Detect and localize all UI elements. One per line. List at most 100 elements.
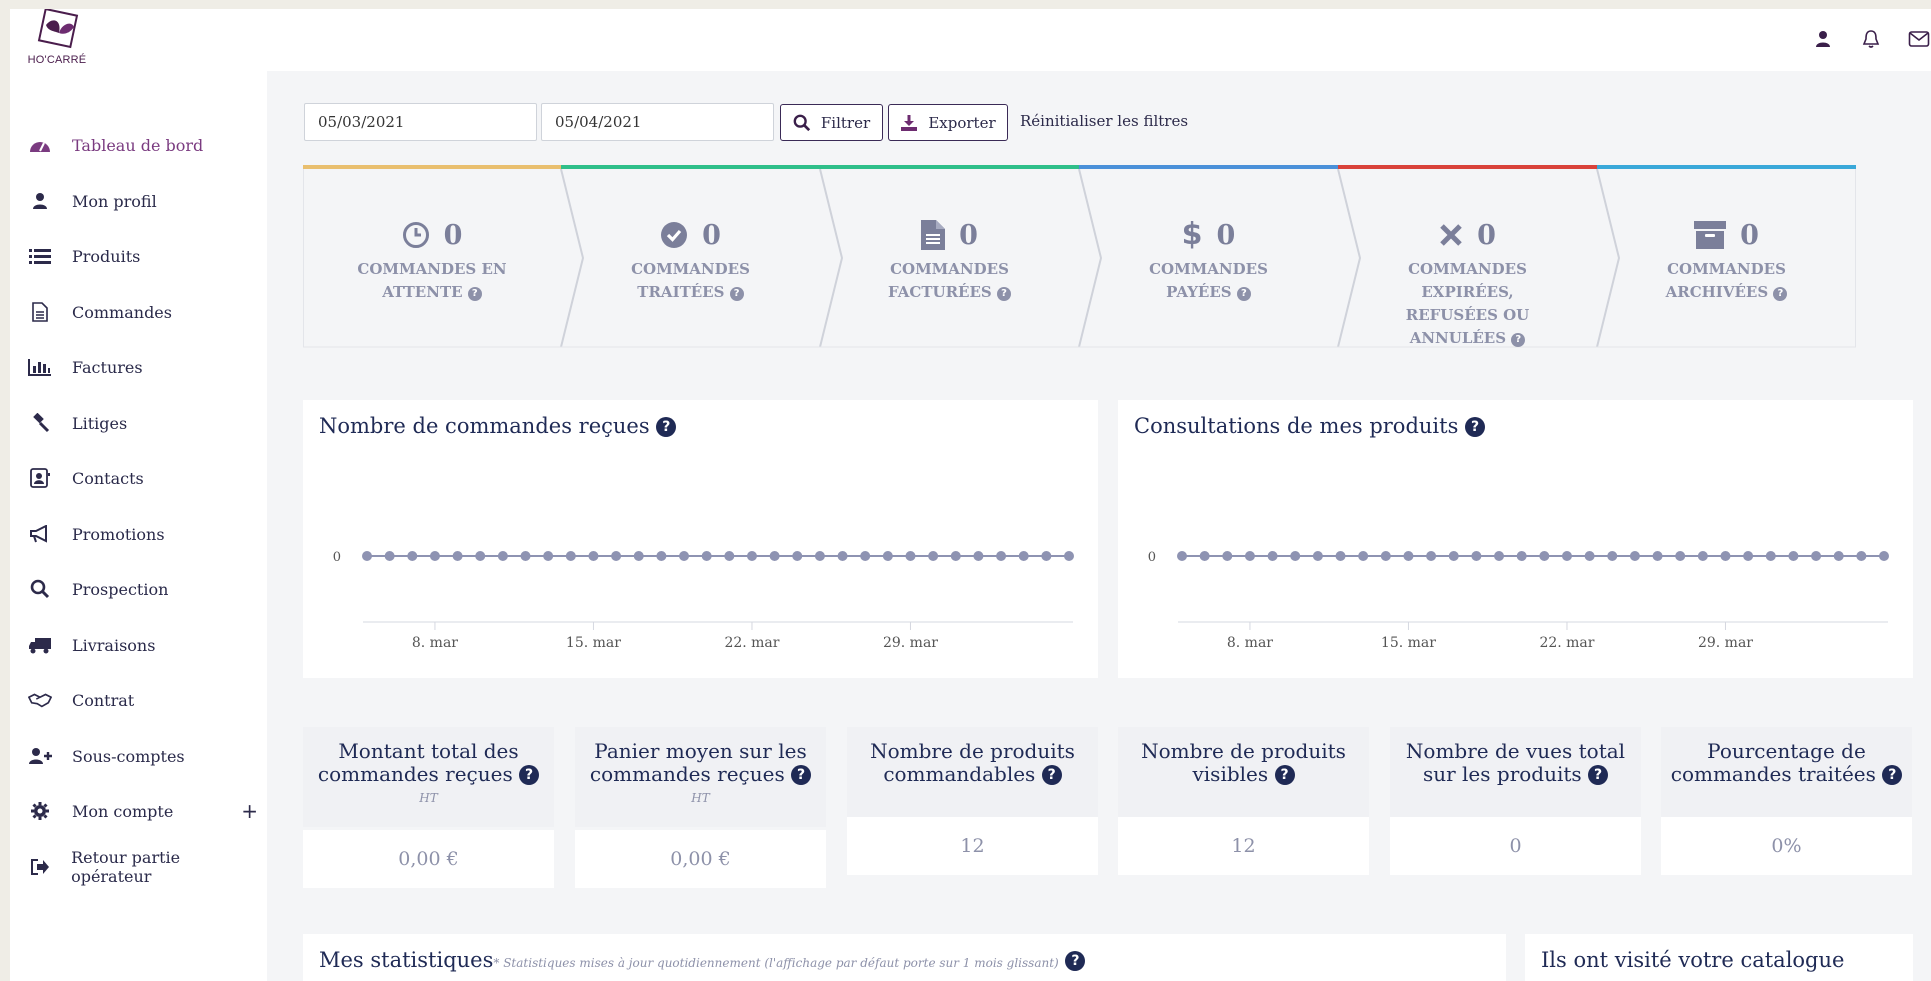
data-point[interactable] [1516, 551, 1527, 561]
sidebar-item-sous-comptes[interactable]: Sous-comptes [28, 741, 258, 771]
help-icon[interactable]: ? [1236, 287, 1251, 301]
data-point[interactable] [1629, 551, 1640, 561]
help-icon[interactable]: ? [791, 765, 812, 785]
status-card-payees[interactable]: $ 0 COMMANDES PAYÉES ? [1079, 165, 1338, 348]
data-point[interactable] [1561, 551, 1572, 561]
help-icon[interactable]: ? [1041, 765, 1062, 785]
data-point[interactable] [837, 551, 848, 561]
data-point[interactable] [1879, 551, 1889, 561]
data-point[interactable] [611, 551, 622, 561]
help-icon[interactable]: ? [519, 765, 540, 785]
sidebar-item-mon-compte[interactable]: Mon compte + [28, 796, 258, 826]
help-icon[interactable]: ? [467, 287, 482, 301]
data-point[interactable] [1471, 551, 1482, 561]
help-icon[interactable]: ? [997, 287, 1011, 301]
sidebar-item-mon-profil[interactable]: Mon profil [28, 186, 258, 216]
sidebar-item-produits[interactable]: Produits [28, 241, 258, 271]
help-icon[interactable]: ? [1065, 951, 1086, 971]
date-to-input[interactable]: 05/04/2021 [541, 103, 774, 141]
help-icon[interactable]: ? [1511, 333, 1526, 347]
brand-logo[interactable]: HO'CARRÉ [22, 9, 92, 71]
data-point[interactable] [701, 551, 712, 561]
sidebar-item-contrat[interactable]: Contrat [28, 685, 258, 715]
sidebar-item-tableau-de-bord[interactable]: Tableau de bord [28, 130, 258, 160]
data-point[interactable] [1697, 551, 1708, 561]
data-point[interactable] [792, 551, 803, 561]
help-icon[interactable]: ? [1274, 765, 1295, 785]
data-point[interactable] [1494, 551, 1505, 561]
data-point[interactable] [1743, 551, 1754, 561]
data-point[interactable] [679, 551, 690, 561]
data-point[interactable] [1675, 551, 1686, 561]
data-point[interactable] [1403, 551, 1414, 561]
data-point[interactable] [520, 551, 531, 561]
data-point[interactable] [724, 551, 735, 561]
sidebar-item-litiges[interactable]: Litiges [28, 408, 258, 438]
data-point[interactable] [1765, 551, 1776, 561]
export-button[interactable]: Exporter [888, 104, 1008, 141]
data-point[interactable] [860, 551, 871, 561]
data-point[interactable] [1199, 551, 1210, 561]
status-card-en-attente[interactable]: 0 COMMANDES EN ATTENTE ? [303, 165, 561, 348]
data-point[interactable] [475, 551, 486, 561]
data-point[interactable] [1426, 551, 1437, 561]
filter-button[interactable]: Filtrer [780, 104, 883, 141]
data-point[interactable] [1358, 551, 1369, 561]
data-point[interactable] [1380, 551, 1391, 561]
sidebar-item-commandes[interactable]: Commandes [28, 297, 258, 327]
data-point[interactable] [1177, 551, 1187, 561]
data-point[interactable] [1222, 551, 1233, 561]
data-point[interactable] [973, 551, 984, 561]
sidebar-item-retour-operateur[interactable]: Retour partie opérateur [28, 848, 258, 886]
data-point[interactable] [1584, 551, 1595, 561]
data-point[interactable] [656, 551, 667, 561]
sidebar-item-prospection[interactable]: Prospection [28, 574, 258, 604]
data-point[interactable] [1788, 551, 1799, 561]
data-point[interactable] [1652, 551, 1663, 561]
status-card-traitees[interactable]: 0 COMMANDES TRAITÉES ? [561, 165, 820, 348]
data-point[interactable] [543, 551, 554, 561]
data-point[interactable] [1267, 551, 1278, 561]
data-point[interactable] [950, 551, 961, 561]
reset-filters-link[interactable]: Réinitialiser les filtres [1020, 112, 1188, 130]
data-point[interactable] [362, 551, 372, 561]
user-icon[interactable] [1811, 27, 1835, 51]
help-icon[interactable]: ? [1588, 765, 1609, 785]
date-from-input[interactable]: 05/03/2021 [304, 103, 537, 141]
help-icon[interactable]: ? [1773, 287, 1788, 301]
data-point[interactable] [996, 551, 1007, 561]
data-point[interactable] [1290, 551, 1301, 561]
data-point[interactable] [882, 551, 893, 561]
expand-icon[interactable]: + [241, 799, 258, 823]
data-point[interactable] [1041, 551, 1052, 561]
data-point[interactable] [384, 551, 395, 561]
data-point[interactable] [1856, 551, 1867, 561]
data-point[interactable] [633, 551, 644, 561]
help-icon[interactable]: ? [1882, 765, 1903, 785]
envelope-icon[interactable] [1907, 27, 1931, 51]
data-point[interactable] [1720, 551, 1731, 561]
data-point[interactable] [1607, 551, 1618, 561]
data-point[interactable] [1335, 551, 1346, 561]
bell-icon[interactable] [1859, 27, 1883, 51]
data-point[interactable] [1064, 551, 1074, 561]
data-point[interactable] [1448, 551, 1459, 561]
data-point[interactable] [769, 551, 780, 561]
data-point[interactable] [1833, 551, 1844, 561]
data-point[interactable] [1244, 551, 1255, 561]
data-point[interactable] [814, 551, 825, 561]
data-point[interactable] [407, 551, 418, 561]
data-point[interactable] [1018, 551, 1029, 561]
data-point[interactable] [429, 551, 440, 561]
sidebar-item-livraisons[interactable]: Livraisons [28, 630, 258, 660]
data-point[interactable] [905, 551, 916, 561]
data-point[interactable] [588, 551, 599, 561]
data-point[interactable] [497, 551, 508, 561]
status-card-facturees[interactable]: 0 COMMANDES FACTURÉES ? [820, 165, 1079, 348]
status-card-expirees[interactable]: 0 COMMANDES EXPIRÉES, REFUSÉES OU ANNULÉES … [1338, 165, 1597, 348]
data-point[interactable] [928, 551, 939, 561]
sidebar-item-contacts[interactable]: Contacts [28, 463, 258, 493]
data-point[interactable] [1312, 551, 1323, 561]
data-point[interactable] [565, 551, 576, 561]
sidebar-item-factures[interactable]: Factures [28, 352, 258, 382]
